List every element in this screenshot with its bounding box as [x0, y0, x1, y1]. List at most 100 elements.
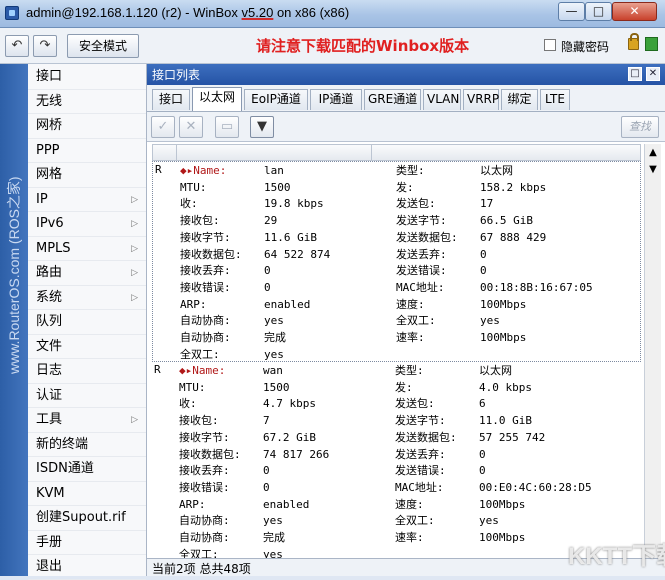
- detail-row: 接收错误: 0 MAC地址: 00:18:8B:16:67:05: [153, 280, 641, 297]
- tab[interactable]: GRE通道: [364, 89, 421, 110]
- field-value: 以太网: [479, 364, 512, 377]
- field-label: 接收数据包:: [179, 447, 241, 461]
- window-restore-button[interactable]: □: [628, 67, 642, 81]
- close-button[interactable]: ✕: [612, 2, 657, 21]
- field-value: enabled: [263, 497, 310, 511]
- enable-button[interactable]: ✓: [151, 116, 175, 138]
- field-label: 发:: [395, 380, 413, 394]
- menu-item[interactable]: 队列: [28, 310, 146, 335]
- detail-row: MTU: 1500 发: 158.2 kbps: [153, 180, 641, 197]
- menu-item[interactable]: IP ▷: [28, 188, 146, 212]
- menu-item[interactable]: 路由 ▷: [28, 261, 146, 286]
- menu-item-label: IPv6: [36, 216, 64, 231]
- field-value: 0: [264, 280, 271, 294]
- menu-item[interactable]: 日志: [28, 359, 146, 384]
- detail-row: 自动协商: 完成 速率: 100Mbps: [153, 330, 641, 347]
- menu-item-label: ISDN通道: [36, 461, 94, 476]
- field-value: 完成: [264, 331, 286, 344]
- detail-row: ARP: enabled 速度: 100Mbps: [152, 497, 641, 514]
- menu-item-label: 认证: [36, 387, 63, 403]
- title-version: v5.20: [241, 5, 274, 20]
- comment-button[interactable]: ▭: [215, 116, 239, 138]
- menu-item[interactable]: PPP: [28, 139, 146, 163]
- undo-button[interactable]: ↶: [5, 35, 29, 57]
- field-label: 速度:: [395, 497, 424, 511]
- interface-record[interactable]: R ◆▸Name: wan 类型: 以太网 MTU: 1500 发: 4.0 kbps 收: 4.7…: [152, 362, 641, 561]
- menu-item[interactable]: ISDN通道: [28, 457, 146, 482]
- field-label: 接收字节:: [180, 230, 231, 244]
- tab[interactable]: EoIP通道: [244, 89, 308, 110]
- menu-item[interactable]: 文件: [28, 335, 146, 359]
- menu-item[interactable]: MPLS ▷: [28, 237, 146, 261]
- menu-item[interactable]: 无线: [28, 90, 146, 114]
- field-label: 全双工:: [395, 514, 435, 528]
- menu-item[interactable]: 工具 ▷: [28, 408, 146, 433]
- tab[interactable]: VLAN: [423, 89, 461, 110]
- field-value: 0: [479, 447, 486, 461]
- header-flag-column[interactable]: [153, 145, 177, 160]
- header-column[interactable]: [372, 145, 640, 160]
- field-value: 完成: [263, 531, 285, 544]
- vertical-scrollbar[interactable]: ▲ ▼: [644, 144, 661, 561]
- title-prefix: admin@192.168.1.120 (r2) - WinBox: [26, 5, 242, 20]
- field-label: MTU:: [179, 380, 206, 394]
- field-value: yes: [263, 514, 283, 528]
- field-value: 0: [480, 264, 487, 278]
- menu-item[interactable]: KVM: [28, 482, 146, 506]
- tab[interactable]: 以太网: [192, 87, 242, 111]
- menu-item[interactable]: 网格: [28, 163, 146, 188]
- menu-item[interactable]: IPv6 ▷: [28, 212, 146, 237]
- header-column[interactable]: [177, 145, 372, 160]
- field-value: 100Mbps: [479, 497, 526, 511]
- detail-row: 收: 19.8 kbps 发送包: 17: [153, 196, 641, 213]
- field-label: 自动协商:: [180, 331, 231, 344]
- field-value: yes: [264, 347, 284, 361]
- tab[interactable]: VRRP: [463, 89, 499, 110]
- field-value: 0: [479, 464, 486, 478]
- field-value: 4.7 kbps: [263, 397, 316, 411]
- menu-item[interactable]: 新的终端: [28, 433, 146, 457]
- menu-item-label: 创建Supout.rif: [36, 510, 126, 525]
- minimize-button[interactable]: —: [558, 2, 585, 21]
- field-label: 收:: [180, 197, 198, 211]
- interface-record[interactable]: R ◆▸Name: lan 类型: 以太网 MTU: 1500 发: 158.2 kbps 收: 1…: [152, 161, 641, 362]
- field-value: 66.5 GiB: [480, 214, 533, 228]
- menu-item[interactable]: 手册: [28, 531, 146, 555]
- menu-item[interactable]: 网桥: [28, 114, 146, 139]
- disable-button[interactable]: ✕: [179, 116, 203, 138]
- tab[interactable]: 接口: [152, 89, 190, 110]
- detail-row: 接收丢弃: 0 发送错误: 0: [153, 263, 641, 280]
- field-value: 11.0 GiB: [479, 414, 532, 428]
- menu-item[interactable]: 认证: [28, 384, 146, 408]
- field-label: ARP:: [179, 497, 206, 511]
- menu-item-label: MPLS: [36, 240, 71, 256]
- menu-item[interactable]: 系统 ▷: [28, 286, 146, 310]
- field-value: 17: [480, 197, 494, 211]
- filter-icon[interactable]: ▼: [250, 116, 274, 138]
- field-label: MAC地址:: [396, 280, 445, 294]
- hide-passwords-checkbox[interactable]: [544, 39, 556, 51]
- menu-item-label: 无线: [36, 93, 63, 109]
- tab[interactable]: IP通道: [310, 89, 362, 110]
- tab[interactable]: 绑定: [501, 89, 538, 110]
- find-button[interactable]: 查找: [621, 116, 659, 138]
- field-label: 发送丢弃:: [395, 447, 446, 461]
- field-label: 接收字节:: [179, 430, 230, 444]
- menu-item[interactable]: 创建Supout.rif: [28, 506, 146, 531]
- field-label: 发送丢弃:: [396, 247, 447, 261]
- tab[interactable]: LTE: [540, 89, 570, 110]
- field-value: 0: [263, 480, 270, 494]
- safe-mode-button[interactable]: 安全模式: [67, 34, 139, 58]
- connection-status-icon: [645, 37, 658, 51]
- field-label: 接收数据包:: [180, 247, 242, 261]
- scroll-up-icon[interactable]: ▲: [645, 144, 661, 161]
- scroll-down-icon[interactable]: ▼: [645, 161, 661, 178]
- maximize-button[interactable]: □: [585, 2, 612, 21]
- hide-passwords-label[interactable]: 隐藏密码: [561, 38, 609, 55]
- field-value: yes: [480, 314, 500, 328]
- menu-item-label: 手册: [36, 534, 63, 550]
- window-close-button[interactable]: ✕: [646, 67, 660, 81]
- menu-item[interactable]: 接口: [28, 65, 146, 90]
- redo-button[interactable]: ↷: [33, 35, 57, 57]
- field-label: 全双工:: [180, 347, 220, 361]
